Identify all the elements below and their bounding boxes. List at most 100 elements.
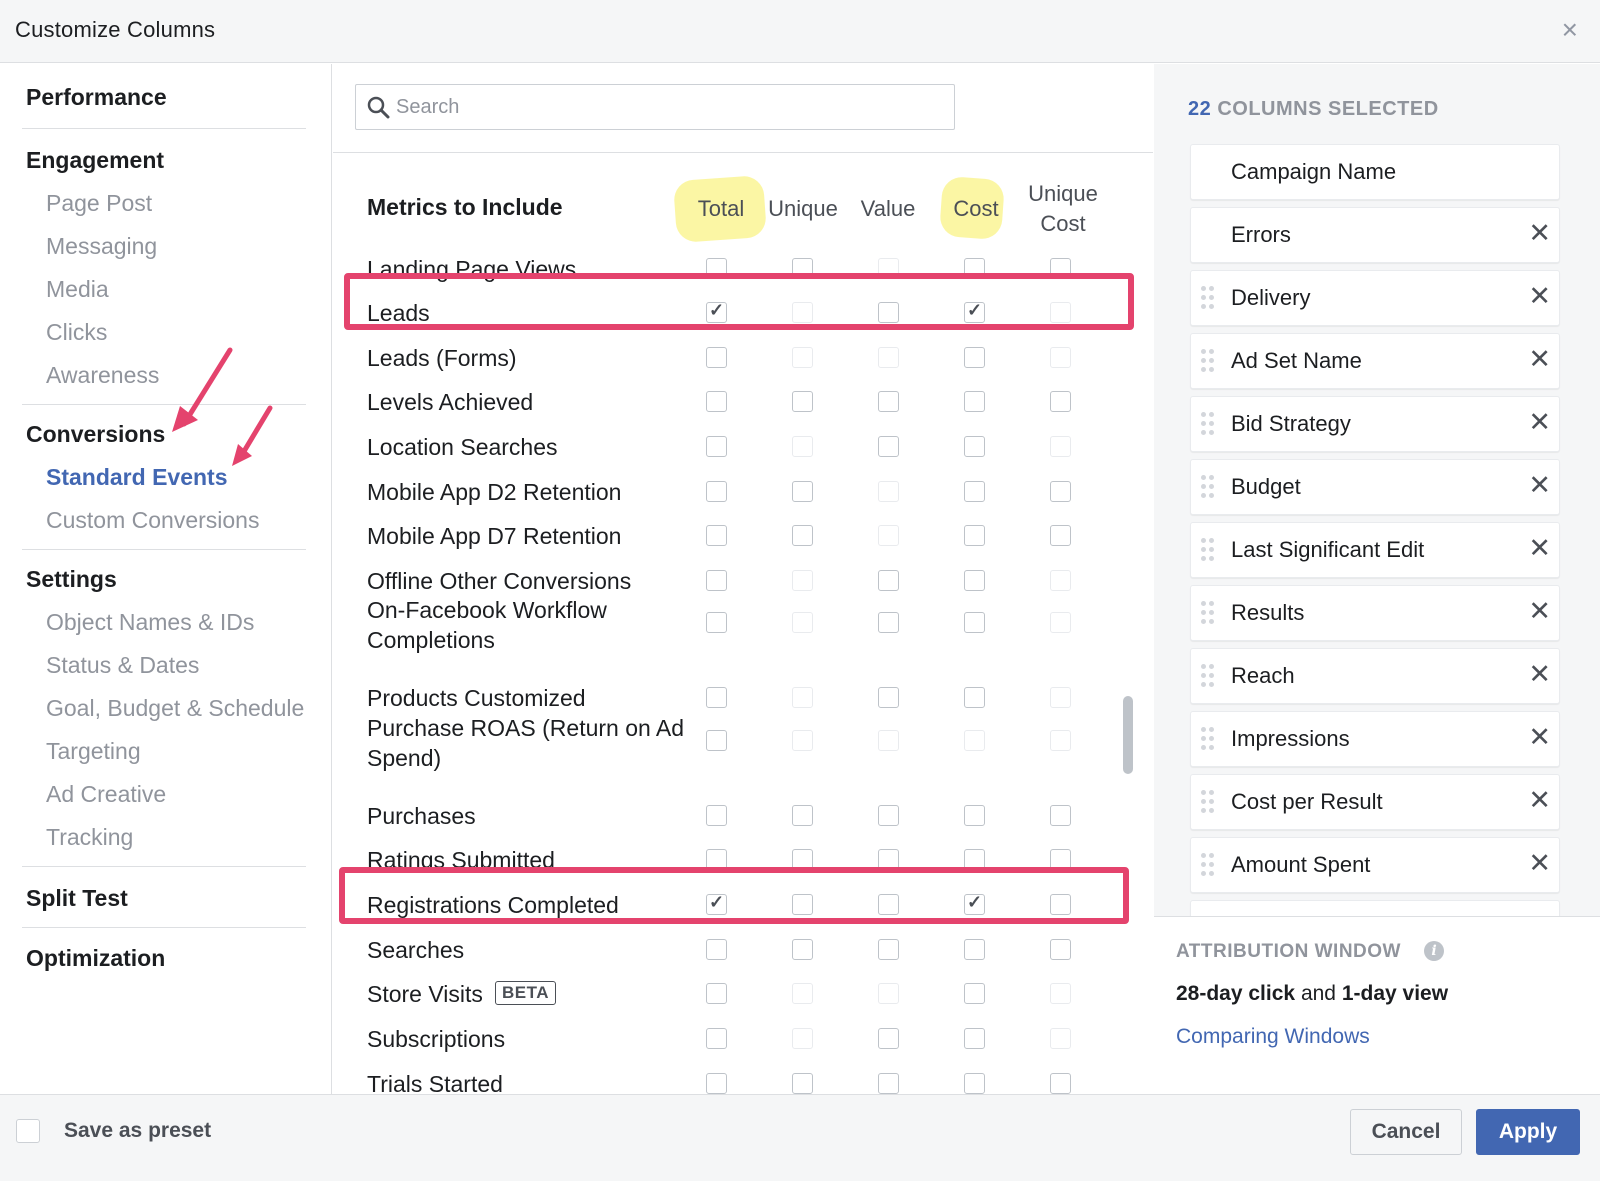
- scrollbar-thumb[interactable]: [1123, 696, 1133, 774]
- metric-checkbox[interactable]: [706, 983, 727, 1004]
- nav-heading-split-test[interactable]: Split Test: [26, 885, 128, 912]
- metric-checkbox[interactable]: [964, 1028, 985, 1049]
- nav-item-tracking[interactable]: Tracking: [46, 824, 133, 851]
- nav-item-page-post[interactable]: Page Post: [46, 190, 152, 217]
- drag-handle-icon[interactable]: [1201, 538, 1217, 564]
- metric-checkbox[interactable]: [792, 525, 813, 546]
- remove-icon[interactable]: ✕: [1528, 219, 1551, 247]
- remove-icon[interactable]: ✕: [1528, 282, 1551, 310]
- search-input[interactable]: [396, 91, 936, 123]
- nav-heading-optimization[interactable]: Optimization: [26, 945, 165, 972]
- metric-checkbox[interactable]: [792, 391, 813, 412]
- selected-column-item[interactable]: Delivery ✕: [1190, 270, 1560, 326]
- drag-handle-icon[interactable]: [1201, 601, 1217, 627]
- close-icon[interactable]: ×: [1562, 16, 1578, 44]
- metric-checkbox[interactable]: [706, 730, 727, 751]
- nav-item-messaging[interactable]: Messaging: [46, 233, 157, 260]
- remove-icon[interactable]: ✕: [1528, 786, 1551, 814]
- metric-checkbox[interactable]: [878, 436, 899, 457]
- metric-checkbox[interactable]: [878, 805, 899, 826]
- drag-handle-icon[interactable]: [1201, 727, 1217, 753]
- drag-handle-icon[interactable]: [1201, 475, 1217, 501]
- metric-checkbox[interactable]: [964, 347, 985, 368]
- drag-handle-icon[interactable]: [1201, 790, 1217, 816]
- metric-checkbox[interactable]: [706, 391, 727, 412]
- metric-checkbox[interactable]: [706, 347, 727, 368]
- cancel-button[interactable]: Cancel: [1350, 1109, 1462, 1155]
- nav-item-object-names[interactable]: Object Names & IDs: [46, 609, 254, 636]
- remove-icon[interactable]: ✕: [1528, 471, 1551, 499]
- metric-checkbox[interactable]: [706, 939, 727, 960]
- metric-checkbox[interactable]: [1050, 805, 1071, 826]
- remove-icon[interactable]: ✕: [1528, 345, 1551, 373]
- metric-checkbox[interactable]: [1050, 1073, 1071, 1094]
- save-preset-checkbox[interactable]: [16, 1119, 40, 1143]
- metric-checkbox[interactable]: [1050, 391, 1071, 412]
- drag-handle-icon[interactable]: [1201, 412, 1217, 438]
- remove-icon[interactable]: ✕: [1528, 849, 1551, 877]
- metric-checkbox[interactable]: [964, 687, 985, 708]
- selected-column-item[interactable]: Budget ✕: [1190, 459, 1560, 515]
- comparing-windows-link[interactable]: Comparing Windows: [1176, 1025, 1370, 1049]
- metric-checkbox[interactable]: [878, 1028, 899, 1049]
- drag-handle-icon[interactable]: [1201, 853, 1217, 879]
- nav-item-awareness[interactable]: Awareness: [46, 362, 159, 389]
- remove-icon[interactable]: ✕: [1528, 597, 1551, 625]
- metric-checkbox[interactable]: [964, 391, 985, 412]
- selected-column-item[interactable]: Results ✕: [1190, 585, 1560, 641]
- selected-column-item[interactable]: Cost per Result ✕: [1190, 774, 1560, 830]
- metric-checkbox[interactable]: [792, 805, 813, 826]
- metric-checkbox[interactable]: [964, 436, 985, 457]
- metric-checkbox[interactable]: [706, 1073, 727, 1094]
- metric-checkbox[interactable]: [706, 481, 727, 502]
- nav-item-clicks[interactable]: Clicks: [46, 319, 107, 346]
- metric-checkbox[interactable]: [792, 1073, 813, 1094]
- nav-item-media[interactable]: Media: [46, 276, 109, 303]
- metric-checkbox[interactable]: [1050, 525, 1071, 546]
- nav-item-ad-creative[interactable]: Ad Creative: [46, 781, 166, 808]
- nav-item-targeting[interactable]: Targeting: [46, 738, 141, 765]
- metric-checkbox[interactable]: [878, 570, 899, 591]
- metric-checkbox[interactable]: [964, 570, 985, 591]
- metric-checkbox[interactable]: [878, 939, 899, 960]
- metric-checkbox[interactable]: [964, 481, 985, 502]
- metric-checkbox[interactable]: [964, 983, 985, 1004]
- metric-checkbox[interactable]: [706, 436, 727, 457]
- metric-checkbox[interactable]: [1050, 481, 1071, 502]
- nav-item-custom-conversions[interactable]: Custom Conversions: [46, 507, 259, 534]
- remove-icon[interactable]: ✕: [1528, 408, 1551, 436]
- metric-checkbox[interactable]: [706, 805, 727, 826]
- drag-handle-icon[interactable]: [1201, 664, 1217, 690]
- remove-icon[interactable]: ✕: [1528, 660, 1551, 688]
- save-preset-label[interactable]: Save as preset: [64, 1119, 211, 1143]
- remove-icon[interactable]: ✕: [1528, 723, 1551, 751]
- metric-checkbox[interactable]: [706, 1028, 727, 1049]
- nav-heading-conversions[interactable]: Conversions: [26, 421, 165, 448]
- selected-column-item[interactable]: Bid Strategy ✕: [1190, 396, 1560, 452]
- metric-checkbox[interactable]: [964, 939, 985, 960]
- remove-icon[interactable]: ✕: [1528, 534, 1551, 562]
- nav-item-standard-events[interactable]: Standard Events: [46, 464, 228, 491]
- metric-checkbox[interactable]: [878, 391, 899, 412]
- selected-column-item[interactable]: Impressions ✕: [1190, 711, 1560, 767]
- metric-checkbox[interactable]: [706, 612, 727, 633]
- metric-checkbox[interactable]: [878, 1073, 899, 1094]
- metric-checkbox[interactable]: [706, 570, 727, 591]
- metric-checkbox[interactable]: [878, 687, 899, 708]
- nav-heading-engagement[interactable]: Engagement: [26, 147, 164, 174]
- selected-column-item[interactable]: Last Significant Edit ✕: [1190, 522, 1560, 578]
- drag-handle-icon[interactable]: [1201, 349, 1217, 375]
- metric-checkbox[interactable]: [964, 805, 985, 826]
- nav-item-status-dates[interactable]: Status & Dates: [46, 652, 199, 679]
- metric-checkbox[interactable]: [792, 481, 813, 502]
- selected-column-item[interactable]: Reach ✕: [1190, 648, 1560, 704]
- nav-heading-performance[interactable]: Performance: [26, 84, 167, 111]
- apply-button[interactable]: Apply: [1476, 1109, 1580, 1155]
- metric-checkbox[interactable]: [964, 1073, 985, 1094]
- metric-checkbox[interactable]: [878, 612, 899, 633]
- metric-checkbox[interactable]: [964, 612, 985, 633]
- selected-column-item[interactable]: Amount Spent ✕: [1190, 837, 1560, 893]
- selected-column-item[interactable]: Ad Set Name ✕: [1190, 333, 1560, 389]
- drag-handle-icon[interactable]: [1201, 286, 1217, 312]
- metric-checkbox[interactable]: [792, 939, 813, 960]
